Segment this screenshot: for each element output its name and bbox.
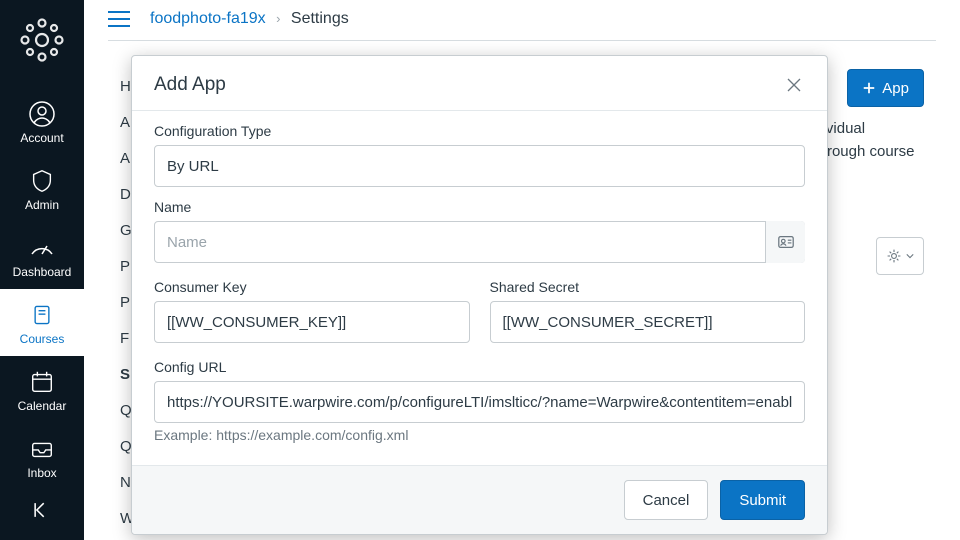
input-consumer-key[interactable]	[154, 301, 470, 343]
field-consumer-key: Consumer Key	[154, 279, 470, 343]
row-keys: Consumer Key Shared Secret	[154, 275, 805, 355]
label-config-url: Config URL	[154, 359, 805, 375]
label-consumer-key: Consumer Key	[154, 279, 470, 295]
field-name: Name	[154, 199, 805, 263]
config-url-hint: Example: https://example.com/config.xml	[154, 427, 805, 443]
modal-close-button[interactable]	[783, 74, 805, 96]
cancel-button[interactable]: Cancel	[624, 480, 709, 520]
label-name: Name	[154, 199, 805, 215]
select-config-type[interactable]: By URL	[154, 145, 805, 187]
contact-card-icon	[777, 233, 795, 251]
field-shared-secret: Shared Secret	[490, 279, 806, 343]
modal-actions: Cancel Submit	[132, 465, 827, 534]
label-shared-secret: Shared Secret	[490, 279, 806, 295]
name-addon-icon-wrap[interactable]	[765, 221, 805, 263]
input-name[interactable]	[154, 221, 805, 263]
field-config-url: Config URL Example: https://example.com/…	[154, 359, 805, 443]
field-config-type: Configuration Type By URL	[154, 123, 805, 187]
add-app-modal: Add App Configuration Type By URL Name C…	[131, 55, 828, 535]
input-config-url[interactable]	[154, 381, 805, 423]
modal-body: Configuration Type By URL Name Consumer …	[132, 111, 827, 465]
modal-header: Add App	[132, 56, 827, 110]
input-shared-secret[interactable]	[490, 301, 806, 343]
submit-button[interactable]: Submit	[720, 480, 805, 520]
modal-title: Add App	[154, 74, 226, 96]
select-config-type-value: By URL	[167, 158, 219, 175]
close-icon	[786, 77, 802, 93]
label-config-type: Configuration Type	[154, 123, 805, 139]
